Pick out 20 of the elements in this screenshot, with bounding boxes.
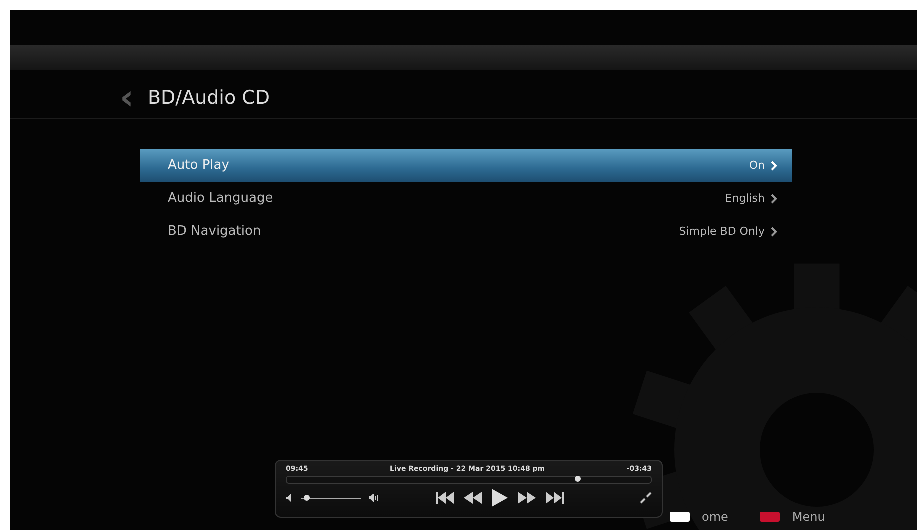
volume-icon [369, 494, 379, 502]
settings-row[interactable]: Auto Play On [140, 149, 792, 182]
page-title: BD/Audio CD [148, 87, 270, 109]
chevron-icon [771, 160, 778, 170]
footer-label: Menu [792, 510, 826, 524]
minimize-icon[interactable] [640, 492, 652, 504]
skip-back-icon[interactable] [435, 492, 455, 504]
progress-track[interactable] [286, 476, 652, 484]
chevron-icon [771, 194, 778, 204]
fast-forward-icon[interactable] [517, 492, 537, 504]
rewind-icon[interactable] [463, 492, 483, 504]
footer-label: ome [702, 510, 728, 524]
chevron-icon [771, 226, 778, 236]
skip-forward-icon[interactable] [545, 492, 565, 504]
speaker-icon [286, 494, 293, 502]
volume-handle[interactable] [304, 494, 310, 500]
settings-row[interactable]: Audio Language English [140, 182, 792, 215]
play-icon[interactable] [491, 489, 509, 507]
progress-handle[interactable] [575, 476, 582, 482]
settings-row[interactable]: BD Navigation Simple BD Only [140, 215, 792, 248]
